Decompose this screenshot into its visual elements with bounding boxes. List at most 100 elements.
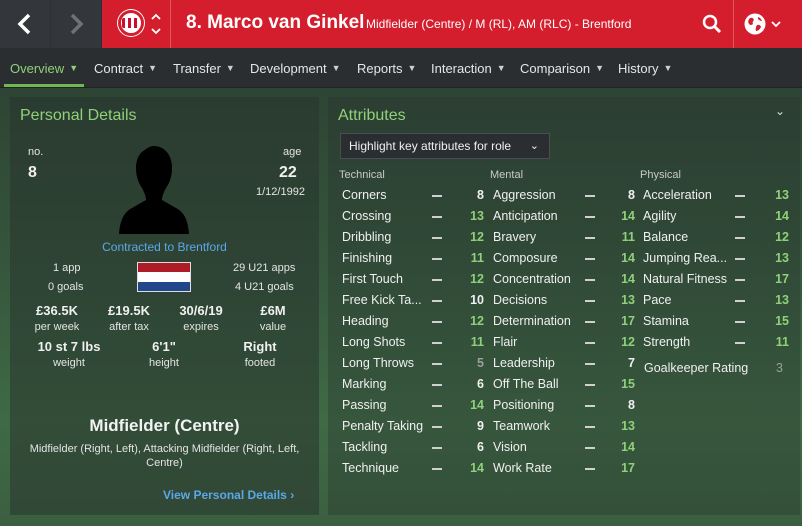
dash-icon bbox=[585, 405, 595, 407]
attribute-value: 6 bbox=[477, 440, 484, 454]
tab-label: Contract bbox=[94, 60, 144, 76]
search-button[interactable] bbox=[696, 8, 728, 40]
weight-label: weight bbox=[53, 357, 85, 369]
attribute-row[interactable]: Long Throws 5 bbox=[338, 353, 488, 374]
attribute-name: Vision bbox=[493, 440, 527, 454]
tab-history[interactable]: History ▼ bbox=[618, 48, 672, 88]
attribute-row[interactable]: Technique 14 bbox=[338, 458, 488, 479]
back-button[interactable] bbox=[0, 0, 50, 48]
attribute-row[interactable]: Marking 6 bbox=[338, 374, 488, 395]
dash-icon bbox=[432, 363, 442, 365]
attribute-row[interactable]: Crossing 13 bbox=[338, 206, 488, 227]
collapse-panel-button[interactable]: ⌄ bbox=[772, 104, 788, 120]
attribute-row[interactable]: Stamina 15 bbox=[639, 311, 789, 332]
world-menu-button[interactable] bbox=[738, 8, 786, 40]
attribute-row[interactable]: Composure 14 bbox=[489, 248, 639, 269]
wage-label: per week bbox=[34, 321, 80, 333]
tab-reports[interactable]: Reports ▼ bbox=[357, 48, 416, 88]
attribute-row[interactable]: Decisions 13 bbox=[489, 290, 639, 311]
attribute-value: 15 bbox=[775, 314, 789, 328]
attribute-name: Penalty Taking bbox=[342, 419, 424, 433]
attribute-row[interactable]: Off The Ball 15 bbox=[489, 374, 639, 395]
attribute-name: Long Throws bbox=[342, 356, 415, 370]
attribute-row[interactable]: Teamwork 13 bbox=[489, 416, 639, 437]
attribute-row[interactable]: Concentration 14 bbox=[489, 269, 639, 290]
view-personal-details-link[interactable]: View Personal Details › bbox=[163, 488, 294, 502]
weight-value: 10 st 7 lbs bbox=[37, 339, 101, 354]
attribute-row[interactable]: Jumping Rea... 13 bbox=[639, 248, 789, 269]
attribute-name: Anticipation bbox=[493, 209, 558, 223]
attribute-value: 13 bbox=[775, 188, 789, 202]
tab-overview[interactable]: Overview ▼ bbox=[10, 48, 78, 88]
attribute-row[interactable]: Determination 17 bbox=[489, 311, 639, 332]
attribute-row[interactable]: Corners 8 bbox=[338, 185, 488, 206]
club-switcher[interactable] bbox=[150, 13, 162, 35]
attribute-row[interactable]: Long Shots 11 bbox=[338, 332, 488, 353]
attribute-row[interactable]: Natural Fitness 17 bbox=[639, 269, 789, 290]
attribute-row[interactable]: Finishing 11 bbox=[338, 248, 488, 269]
age-value: 22 bbox=[279, 164, 297, 181]
attribute-row[interactable]: Passing 14 bbox=[338, 395, 488, 416]
tab-transfer[interactable]: Transfer ▼ bbox=[173, 48, 235, 88]
attribute-row[interactable]: Flair 12 bbox=[489, 332, 639, 353]
attribute-row[interactable]: Strength 11 bbox=[639, 332, 789, 353]
personal-details-title: Personal Details bbox=[20, 107, 137, 124]
dash-icon bbox=[735, 279, 745, 281]
attribute-row[interactable]: Agility 14 bbox=[639, 206, 789, 227]
tab-contract[interactable]: Contract ▼ bbox=[94, 48, 157, 88]
attribute-row[interactable]: Anticipation 14 bbox=[489, 206, 639, 227]
dash-icon bbox=[585, 216, 595, 218]
attribute-value: 14 bbox=[621, 272, 635, 286]
attribute-name: Technique bbox=[342, 461, 399, 475]
attribute-value: 14 bbox=[621, 251, 635, 265]
attribute-row[interactable]: Work Rate 17 bbox=[489, 458, 639, 479]
attribute-row[interactable]: Balance 12 bbox=[639, 227, 789, 248]
attribute-row[interactable]: Penalty Taking 9 bbox=[338, 416, 488, 437]
attribute-row[interactable]: Pace 13 bbox=[639, 290, 789, 311]
attribute-name: Finishing bbox=[342, 251, 393, 265]
tab-comparison[interactable]: Comparison ▼ bbox=[520, 48, 604, 88]
attribute-value: 17 bbox=[621, 314, 635, 328]
attribute-value: 12 bbox=[470, 230, 484, 244]
dash-icon bbox=[432, 321, 442, 323]
club-badge-icon[interactable] bbox=[118, 10, 144, 36]
dash-icon bbox=[432, 237, 442, 239]
attribute-name: Bravery bbox=[493, 230, 537, 244]
attribute-row[interactable]: Leadership 7 bbox=[489, 353, 639, 374]
attribute-name: Aggression bbox=[493, 188, 556, 202]
attribute-name: Jumping Rea... bbox=[643, 251, 728, 265]
attribute-value: 17 bbox=[621, 461, 635, 475]
attribute-value: 12 bbox=[470, 314, 484, 328]
attribute-value: 13 bbox=[775, 293, 789, 307]
player-name: 8. Marco van Ginkel bbox=[186, 12, 365, 33]
after-tax-value: £19.5K bbox=[108, 303, 150, 318]
contract-club-link[interactable]: Contracted to Brentford bbox=[10, 240, 319, 254]
attribute-row[interactable]: Bravery 11 bbox=[489, 227, 639, 248]
attribute-name: Teamwork bbox=[493, 419, 550, 433]
goalkeeper-rating-row[interactable]: Goalkeeper Rating 3 bbox=[640, 358, 790, 379]
attribute-row[interactable]: First Touch 12 bbox=[338, 269, 488, 290]
dash-icon bbox=[432, 279, 442, 281]
dash-icon bbox=[432, 342, 442, 344]
attribute-row[interactable]: Acceleration 13 bbox=[639, 185, 789, 206]
highlight-role-dropdown[interactable]: Highlight key attributes for role ⌄ bbox=[340, 133, 550, 159]
tab-interaction[interactable]: Interaction ▼ bbox=[431, 48, 506, 88]
attribute-row[interactable]: Free Kick Ta... 10 bbox=[338, 290, 488, 311]
attribute-row[interactable]: Vision 14 bbox=[489, 437, 639, 458]
dash-icon bbox=[432, 468, 442, 470]
attribute-row[interactable]: Dribbling 12 bbox=[338, 227, 488, 248]
dash-icon bbox=[735, 321, 745, 323]
nationality-flag-icon[interactable] bbox=[137, 262, 191, 292]
attribute-name: Work Rate bbox=[493, 461, 552, 475]
tab-development[interactable]: Development ▼ bbox=[250, 48, 341, 88]
attribute-row[interactable]: Heading 12 bbox=[338, 311, 488, 332]
chevron-down-icon: ▼ bbox=[148, 63, 158, 73]
tab-label: Development bbox=[250, 60, 327, 76]
forward-button[interactable] bbox=[51, 0, 101, 48]
attribute-row[interactable]: Positioning 8 bbox=[489, 395, 639, 416]
chevron-down-icon: ▼ bbox=[496, 63, 506, 73]
dash-icon bbox=[432, 426, 442, 428]
attribute-row[interactable]: Aggression 8 bbox=[489, 185, 639, 206]
attribute-value: 15 bbox=[621, 377, 635, 391]
attribute-row[interactable]: Tackling 6 bbox=[338, 437, 488, 458]
